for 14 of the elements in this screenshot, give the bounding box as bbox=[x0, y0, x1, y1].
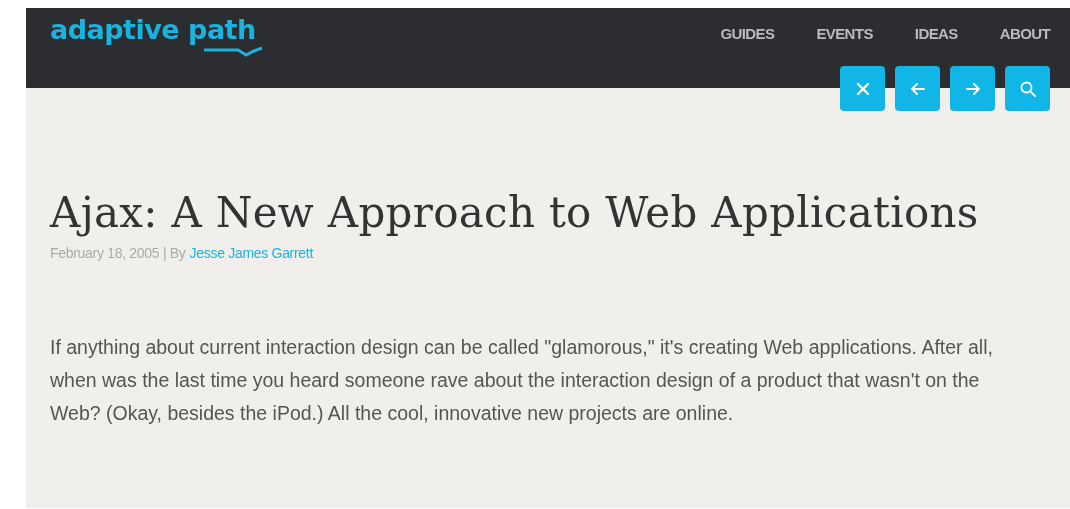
logo-mark-icon bbox=[202, 45, 264, 57]
nav-link[interactable]: EVENTS bbox=[816, 25, 873, 42]
nav-link[interactable]: IDEAS bbox=[914, 25, 958, 42]
nav-link[interactable]: ABOUT bbox=[999, 25, 1050, 42]
logo[interactable]: adaptive path bbox=[50, 14, 256, 45]
back-button[interactable] bbox=[895, 66, 940, 111]
article-title: Ajax: A New Approach to Web Applications bbox=[50, 188, 980, 237]
close-button[interactable] bbox=[840, 66, 885, 111]
article-paragraph: If anything about current interaction design can be called "glamorous," it's creating Web applications. After all, when was the last time you heard someone rave about the interaction design of a product that wasn't on the Web? (Okay, besides the iPod.) All the cool, innovative new projects are online. bbox=[50, 335, 994, 426]
search-icon bbox=[1018, 79, 1037, 98]
forward-button[interactable] bbox=[950, 66, 995, 111]
article-date: February 18, 2005 | By bbox=[50, 245, 186, 261]
nav-link[interactable]: GUIDES bbox=[720, 25, 775, 42]
search-button[interactable] bbox=[1005, 66, 1050, 111]
